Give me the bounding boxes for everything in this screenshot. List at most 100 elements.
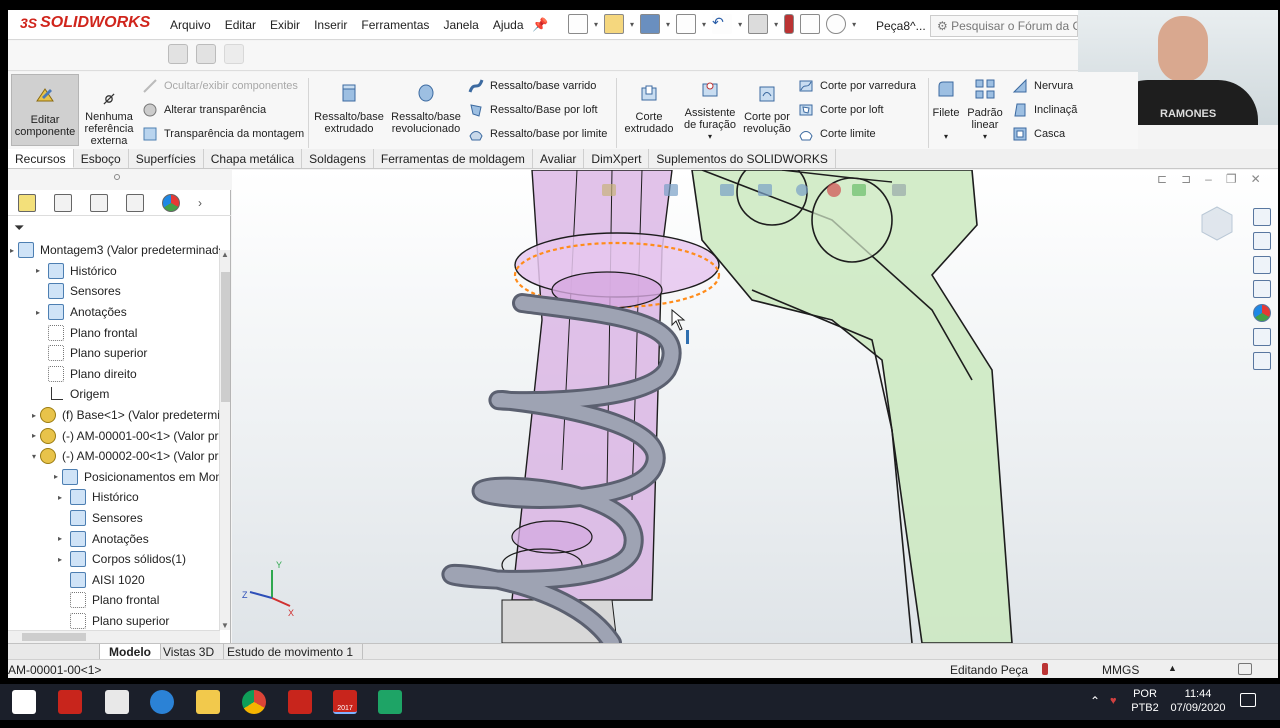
store-icon[interactable] bbox=[105, 690, 129, 714]
assembly-transparency-button[interactable]: Transparência da montagem bbox=[142, 126, 304, 142]
expand-toggle-icon[interactable]: ▸ bbox=[32, 431, 36, 440]
rib-button[interactable]: Nervura bbox=[1012, 78, 1073, 94]
expand-toggle-icon[interactable]: ▸ bbox=[32, 308, 44, 317]
fillet-button[interactable]: Filete ▾ bbox=[930, 78, 962, 143]
view-cube-icon[interactable] bbox=[1201, 206, 1233, 241]
pin-icon[interactable]: 📌 bbox=[532, 17, 548, 33]
expand-toggle-icon[interactable]: ▸ bbox=[54, 472, 58, 481]
tree-item[interactable]: ▸ Anotações bbox=[8, 528, 220, 549]
tree-item[interactable]: Origem bbox=[8, 384, 220, 405]
save-icon[interactable] bbox=[640, 14, 661, 34]
menu-editar[interactable]: Editar bbox=[225, 18, 256, 32]
change-transparency-button[interactable]: Alterar transparência bbox=[142, 102, 266, 118]
swept-boss-button[interactable]: Ressalto/base varrido bbox=[468, 78, 596, 94]
hide-show-components-button[interactable]: Ocultar/exibir componentes bbox=[142, 78, 298, 94]
lofted-cut-button[interactable]: Corte por loft bbox=[798, 102, 884, 118]
tree-item[interactable]: Plano superior bbox=[8, 611, 220, 630]
tree-item[interactable]: Plano superior bbox=[8, 343, 220, 364]
expand-toggle-icon[interactable]: ▸ bbox=[32, 266, 44, 275]
solidworks-2017-taskbar-icon[interactable]: 2017 bbox=[333, 690, 357, 714]
tab-superficies[interactable]: Superfícies bbox=[129, 149, 204, 168]
options-dropdown-icon[interactable]: ▾ bbox=[852, 20, 856, 29]
fillet-dropdown-icon[interactable]: ▾ bbox=[930, 131, 962, 143]
file-explorer-taskbar-icon[interactable] bbox=[196, 690, 220, 714]
tab-vistas-3d[interactable]: Vistas 3D bbox=[154, 644, 225, 660]
scroll-down-icon[interactable]: ▼ bbox=[221, 621, 229, 630]
language-indicator[interactable]: POR PTB2 bbox=[1130, 687, 1160, 715]
file-properties-icon[interactable] bbox=[800, 14, 821, 34]
tray-expand-icon[interactable]: ⌃ bbox=[1090, 694, 1100, 708]
configurationmanager-tab-icon[interactable] bbox=[90, 193, 108, 212]
tree-item[interactable]: AISI 1020 bbox=[8, 570, 220, 591]
graphics-area[interactable]: Y X Z ⊏ ⊐ – ❐ ✕ bbox=[232, 170, 1278, 643]
print-icon[interactable] bbox=[676, 14, 697, 34]
tree-item[interactable]: Plano frontal bbox=[8, 322, 220, 343]
tab-chapa-metalica[interactable]: Chapa metálica bbox=[204, 149, 303, 168]
status-units[interactable]: MMGS bbox=[1102, 663, 1139, 677]
tree-item[interactable]: ▸ Histórico bbox=[8, 487, 220, 508]
menu-arquivo[interactable]: Arquivo bbox=[170, 18, 211, 32]
panel-grip-icon[interactable] bbox=[114, 174, 120, 180]
print-dropdown-icon[interactable]: ▾ bbox=[702, 20, 706, 29]
more-tabs-chevron-icon[interactable]: › bbox=[198, 196, 202, 210]
expand-toggle-icon[interactable]: ▸ bbox=[54, 493, 66, 502]
tooltip-toggle-icon[interactable] bbox=[1238, 663, 1252, 675]
restore-icon[interactable]: ❐ bbox=[1226, 172, 1237, 186]
open-dropdown-icon[interactable]: ▾ bbox=[630, 20, 634, 29]
options-gear-icon[interactable] bbox=[826, 14, 847, 34]
tab-dimxpert[interactable]: DimXpert bbox=[584, 149, 650, 168]
camera-icon[interactable] bbox=[168, 44, 188, 64]
file-explorer-icon[interactable] bbox=[1253, 256, 1271, 274]
next-view-icon[interactable]: ⊐ bbox=[1181, 172, 1191, 186]
expand-toggle-icon[interactable]: ▾ bbox=[32, 452, 36, 461]
solidworks-taskbar-icon[interactable] bbox=[58, 690, 82, 714]
tab-esboco[interactable]: Esboço bbox=[74, 149, 129, 168]
rebuild-indicator-icon[interactable] bbox=[1042, 663, 1048, 675]
design-library-icon[interactable] bbox=[1253, 232, 1271, 250]
select-pointer-icon[interactable] bbox=[748, 14, 769, 34]
undo-icon[interactable]: ↶ bbox=[712, 14, 733, 34]
tab-nav-arrows[interactable] bbox=[8, 644, 100, 660]
tree-item[interactable]: ▸ Anotações bbox=[8, 302, 220, 323]
swept-cut-button[interactable]: Corte por varredura bbox=[798, 78, 916, 94]
expand-toggle-icon[interactable]: ▸ bbox=[54, 534, 66, 543]
hole-wizard-dropdown-icon[interactable]: ▾ bbox=[678, 131, 742, 143]
save-dropdown-icon[interactable]: ▾ bbox=[666, 20, 670, 29]
extruded-boss-button[interactable]: Ressalto/base extrudado bbox=[312, 82, 386, 135]
solidworks-2-taskbar-icon[interactable] bbox=[288, 690, 312, 714]
forum-icon[interactable] bbox=[1253, 352, 1271, 370]
linear-pattern-dropdown-icon[interactable]: ▾ bbox=[966, 131, 1004, 143]
tree-vertical-scrollbar[interactable]: ▲ ▼ bbox=[219, 250, 230, 630]
hscroll-thumb[interactable] bbox=[22, 633, 86, 641]
tab-recursos[interactable]: Recursos bbox=[8, 149, 74, 168]
tree-item[interactable]: ▸ Corpos sólidos(1) bbox=[8, 549, 220, 570]
expand-toggle-icon[interactable]: ▸ bbox=[32, 411, 36, 420]
assembly-3d-view[interactable]: Y X Z bbox=[232, 170, 1278, 643]
menu-exibir[interactable]: Exibir bbox=[270, 18, 300, 32]
appearances-icon[interactable] bbox=[1253, 304, 1271, 322]
filter-icon[interactable]: ⏷ bbox=[14, 220, 24, 236]
boundary-cut-button[interactable]: Corte limite bbox=[798, 126, 876, 142]
screen-capture-icon[interactable] bbox=[196, 44, 216, 64]
revolved-boss-button[interactable]: Ressalto/base revolucionado bbox=[389, 82, 463, 135]
displaymanager-tab-icon[interactable] bbox=[162, 193, 180, 212]
menu-ajuda[interactable]: Ajuda bbox=[493, 18, 524, 32]
search-field[interactable]: ⚙ Pesquisar o Fórum da Com bbox=[930, 15, 1078, 37]
edit-component-button[interactable]: Editar componente bbox=[11, 74, 79, 146]
no-external-reference-button[interactable]: Nenhuma referência externa bbox=[80, 92, 138, 147]
menu-inserir[interactable]: Inserir bbox=[314, 18, 347, 32]
edge-icon[interactable] bbox=[150, 690, 174, 714]
tree-item[interactable]: ▾ (-) AM-00002-00<1> (Valor prede bbox=[8, 446, 220, 467]
expand-toggle-icon[interactable]: ▸ bbox=[10, 246, 14, 255]
tree-item[interactable]: ▸ (f) Base<1> (Valor predeterminad bbox=[8, 405, 220, 426]
camtasia-icon[interactable] bbox=[378, 690, 402, 714]
tree-item[interactable]: ▸ (-) AM-00001-00<1> (Valor prede bbox=[8, 425, 220, 446]
view-palette-icon[interactable] bbox=[1253, 280, 1271, 298]
open-folder-icon[interactable] bbox=[604, 14, 625, 34]
custom-properties-icon[interactable] bbox=[1253, 328, 1271, 346]
hole-wizard-button[interactable]: Assistente de furação ▾ bbox=[678, 78, 742, 143]
tab-avaliar[interactable]: Avaliar bbox=[533, 149, 585, 168]
tab-ferramentas-moldagem[interactable]: Ferramentas de moldagem bbox=[374, 149, 533, 168]
tab-modelo[interactable]: Modelo bbox=[100, 644, 161, 660]
windows-start-icon[interactable] bbox=[12, 690, 36, 714]
